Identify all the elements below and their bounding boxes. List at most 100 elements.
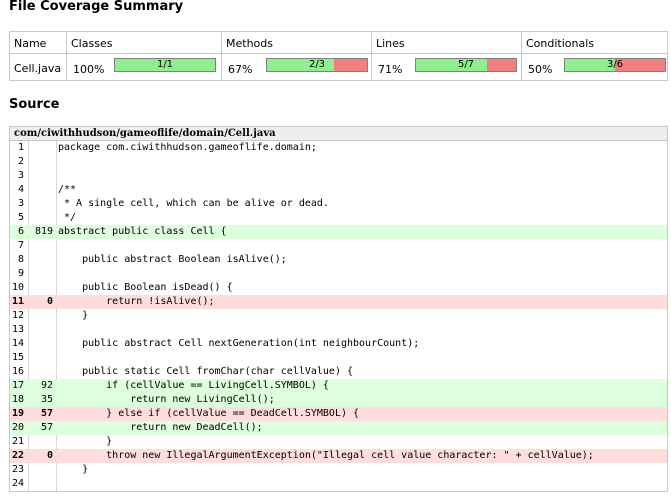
line-number: 24	[11, 478, 24, 489]
source-line: 1 package com.ciwithhudson.gameoflife.dom…	[10, 141, 667, 155]
line-number: 3	[17, 198, 24, 209]
code-text: if (cellValue == LivingCell.SYMBOL) {	[58, 380, 329, 391]
line-number: 6	[17, 226, 24, 237]
source-line: 5 */	[10, 211, 667, 225]
methods-ratio: 2/3	[308, 59, 326, 70]
conditionals-ratio: 3/6	[606, 59, 624, 70]
source-line: 25}	[10, 491, 667, 492]
source-line: 9	[10, 267, 667, 281]
line-number: 1	[17, 142, 24, 153]
line-number: 14	[11, 338, 24, 349]
line-number: 25	[10, 491, 28, 492]
code-text: }	[58, 464, 89, 475]
source-line: 4 /**	[10, 183, 667, 197]
hit-count: 819	[34, 226, 53, 237]
line-number: 13	[11, 324, 24, 335]
source-line: 2	[10, 155, 667, 169]
source-line: 3 * A single cell, which can be alive or…	[10, 197, 667, 211]
line-number: 2	[17, 156, 24, 167]
source-line: 19 57 } else if (cellValue == DeadCell.SY…	[10, 407, 667, 421]
source-line: 22 0 throw new IllegalArgumentException("…	[10, 449, 667, 463]
code-text: return new LivingCell();	[58, 394, 275, 405]
lines-percent: 71%	[378, 63, 403, 76]
source-line: 8 public abstract Boolean isAlive();	[10, 253, 667, 267]
conditionals-header: Conditionals	[526, 37, 595, 50]
source-line: 7	[10, 239, 667, 253]
source-line: 10 public Boolean isDead() {	[10, 281, 667, 295]
conditionals-column: Conditionals 50% 3/6	[522, 32, 667, 80]
source-line: 15	[10, 351, 667, 365]
line-number: 4	[17, 184, 24, 195]
line-number: 8	[17, 254, 24, 265]
line-number: 16	[11, 366, 24, 377]
methods-header: Methods	[226, 37, 273, 50]
code-text: }	[58, 491, 64, 492]
coverage-summary-table: Name Cell.java Classes 100% 1/1 Methods …	[9, 31, 668, 81]
file-name: Cell.java	[14, 62, 62, 75]
code-text: }	[58, 436, 113, 447]
line-number: 18	[11, 394, 24, 405]
source-line: 11 0 return !isAlive();	[10, 295, 667, 309]
source-line: 24	[10, 477, 667, 491]
code-text: public abstract Boolean isAlive();	[58, 254, 287, 265]
source-line: 3	[10, 169, 667, 183]
source-line: 18 35 return new LivingCell();	[10, 393, 667, 407]
methods-coverage-bar: 2/3	[266, 58, 368, 72]
source-line: 14 public abstract Cell nextGeneration(i…	[10, 337, 667, 351]
lines-header: Lines	[376, 37, 405, 50]
lines-coverage-bar: 5/7	[415, 58, 517, 72]
code-text: public Boolean isDead() {	[58, 282, 233, 293]
classes-column: Classes 100% 1/1	[67, 32, 222, 80]
source-line: 12 }	[10, 309, 667, 323]
line-number: 15	[11, 352, 24, 363]
line-number: 3	[17, 170, 24, 181]
line-number: 22	[11, 450, 24, 461]
source-code-listing: 1 package com.ciwithhudson.gameoflife.dom…	[10, 141, 667, 492]
source-line: 6 819 abstract public class Cell {	[10, 225, 667, 239]
hit-count: 35	[40, 394, 53, 405]
line-number: 23	[11, 464, 24, 475]
hit-count: 92	[40, 380, 53, 391]
classes-coverage-bar: 1/1	[114, 58, 216, 72]
source-line: 17 92 if (cellValue == LivingCell.SYMBOL)…	[10, 379, 667, 393]
name-column: Name Cell.java	[10, 32, 67, 80]
line-number: 21	[11, 436, 24, 447]
lines-column: Lines 71% 5/7	[372, 32, 522, 80]
line-number: 12	[11, 310, 24, 321]
source-file-path: com/ciwithhudson/gameoflife/domain/Cell.…	[10, 127, 667, 141]
hit-count: 0	[46, 296, 53, 307]
source-title: Source	[9, 97, 60, 112]
source-panel: com/ciwithhudson/gameoflife/domain/Cell.…	[9, 126, 668, 492]
code-text: return new DeadCell();	[58, 422, 263, 433]
lines-ratio: 5/7	[457, 59, 475, 70]
line-number: 17	[11, 380, 24, 391]
code-text: * A single cell, which can be alive or d…	[58, 198, 329, 209]
source-line: 21 }	[10, 435, 667, 449]
line-number: 7	[17, 240, 24, 251]
code-text: }	[58, 310, 89, 321]
name-header: Name	[14, 37, 47, 50]
line-number: 9	[17, 268, 24, 279]
line-number: 19	[11, 408, 24, 419]
code-text: public abstract Cell nextGeneration(int …	[58, 338, 420, 349]
summary-title: File Coverage Summary	[9, 0, 184, 14]
classes-percent: 100%	[73, 63, 105, 76]
hit-count: 57	[40, 422, 53, 433]
conditionals-coverage-bar: 3/6	[564, 58, 666, 72]
source-line: 20 57 return new DeadCell();	[10, 421, 667, 435]
hit-count: 57	[40, 408, 53, 419]
conditionals-percent: 50%	[528, 63, 553, 76]
line-number: 11	[11, 296, 24, 307]
code-text: return !isAlive();	[58, 296, 215, 307]
source-line: 13	[10, 323, 667, 337]
code-text: throw new IllegalArgumentException("Ille…	[58, 450, 594, 461]
hit-count: 0	[46, 450, 53, 461]
line-number: 20	[11, 422, 24, 433]
methods-column: Methods 67% 2/3	[222, 32, 372, 80]
methods-percent: 67%	[228, 63, 253, 76]
classes-ratio: 1/1	[156, 59, 174, 70]
line-number: 10	[11, 282, 24, 293]
line-number: 5	[17, 212, 24, 223]
classes-header: Classes	[71, 37, 113, 50]
code-text: } else if (cellValue == DeadCell.SYMBOL)…	[58, 408, 360, 419]
